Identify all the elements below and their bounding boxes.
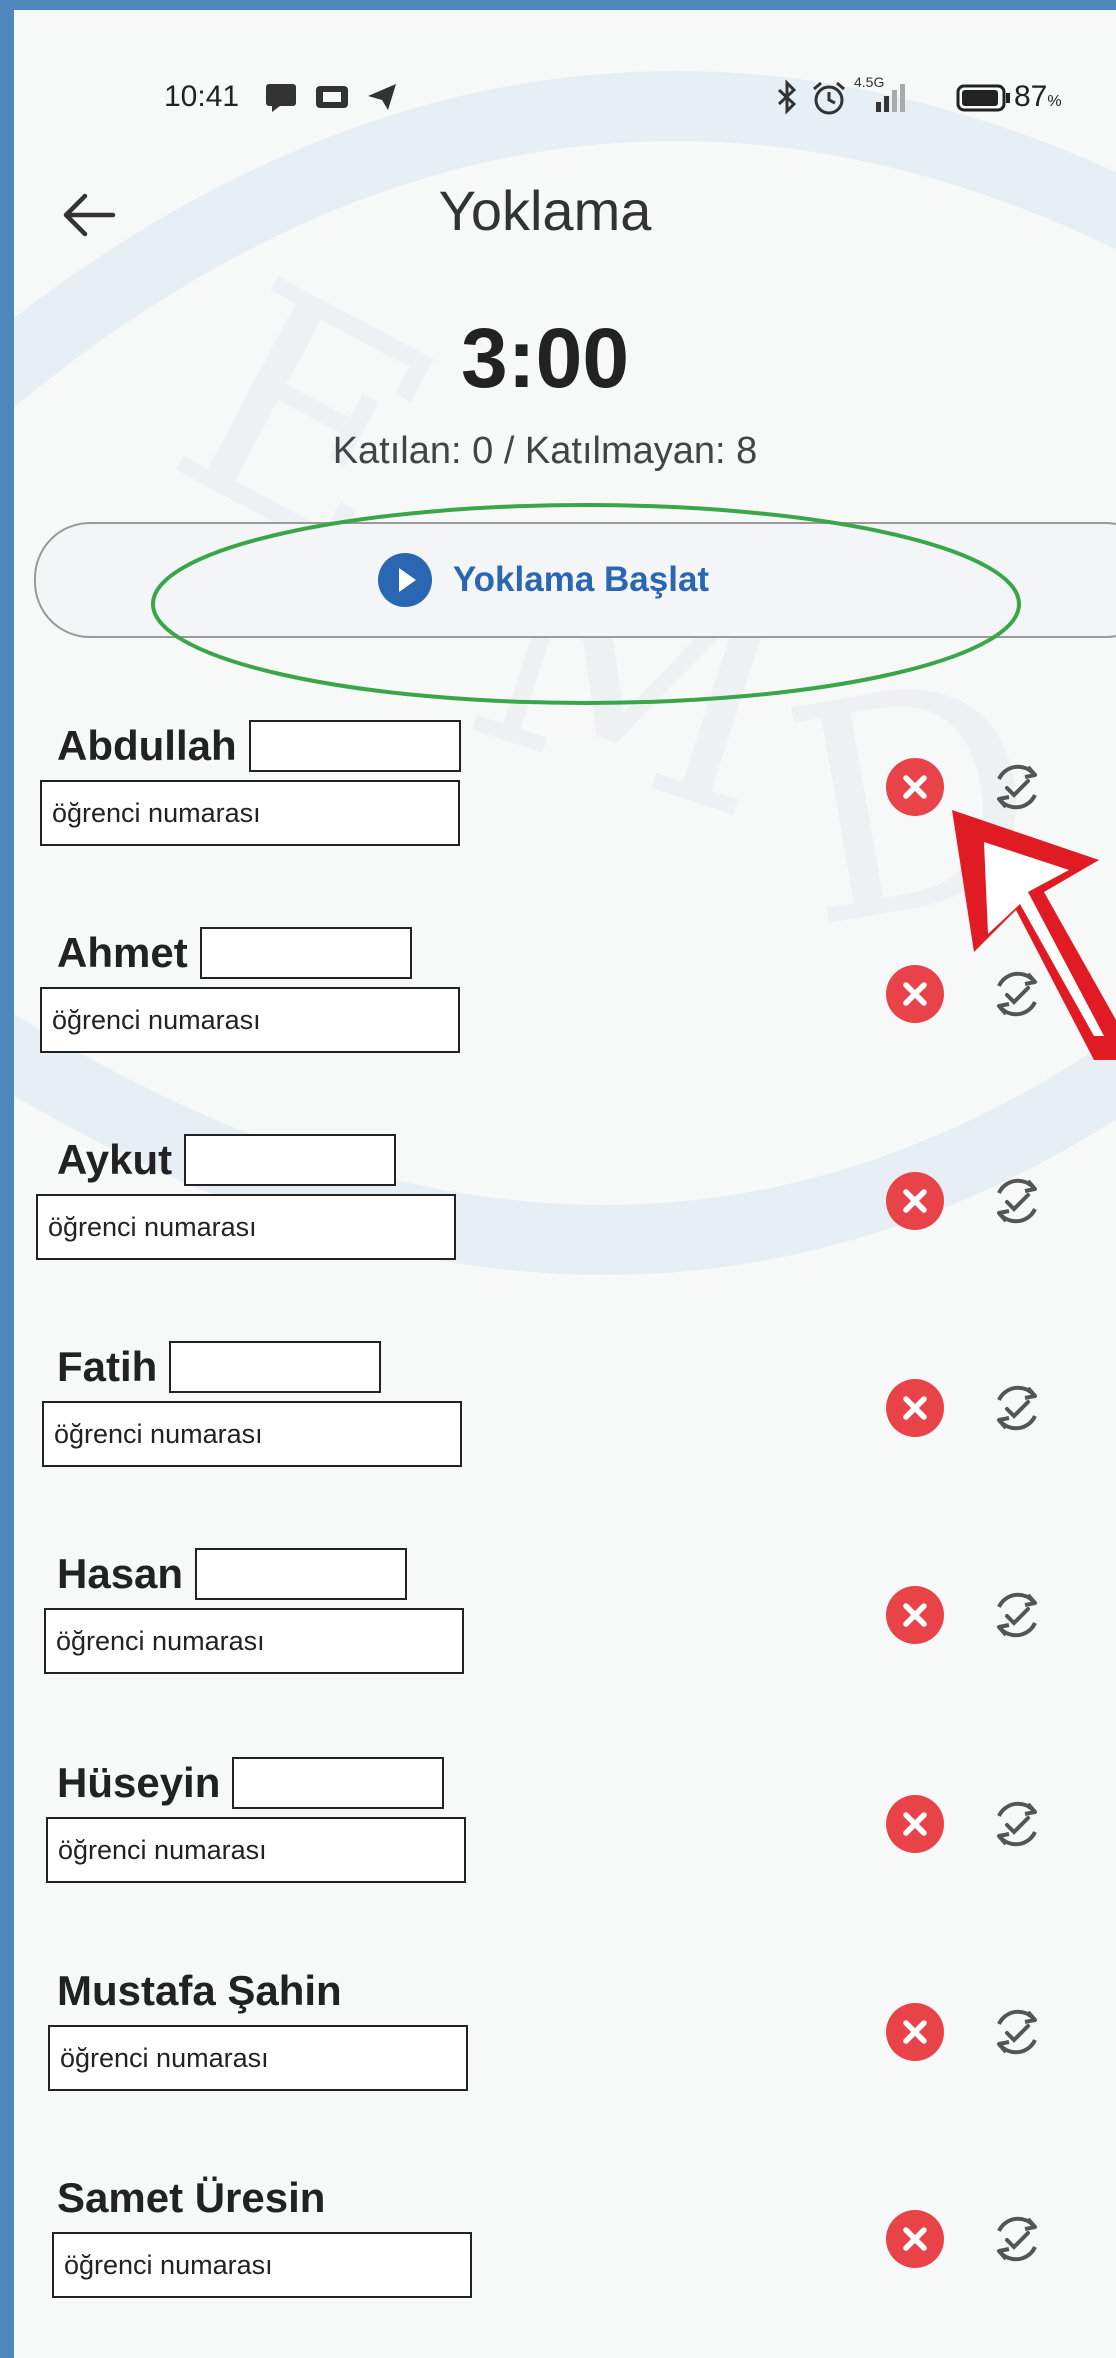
toggle-attendance-button[interactable] [984, 1791, 1050, 1857]
student-name: Fatih [57, 1343, 158, 1390]
sync-check-icon [997, 2009, 1037, 2055]
sync-check-icon [997, 1592, 1037, 1638]
close-circle-icon [903, 2227, 927, 2251]
toggle-attendance-button[interactable] [984, 1999, 1050, 2065]
name-input-box[interactable] [232, 1757, 445, 1809]
student-name: Aykut [57, 1136, 173, 1183]
student-row: Hasan [14, 1546, 1116, 1746]
name-input-box[interactable] [195, 1548, 408, 1600]
name-input-box[interactable] [199, 927, 412, 979]
student-name-line: Ahmet [57, 925, 412, 981]
close-circle-icon [903, 1603, 927, 1627]
bluetooth-icon [777, 80, 797, 115]
signal-icon [876, 84, 905, 112]
close-circle-icon [903, 775, 927, 799]
student-name-line: Aykut [57, 1132, 397, 1188]
message-icon [266, 84, 296, 112]
student-name: Ahmet [57, 929, 188, 976]
student-number-field[interactable] [46, 1817, 466, 1883]
student-row: Hüseyin [14, 1755, 1116, 1955]
student-name-line: Samet Üresin [57, 2170, 325, 2226]
student-name: Samet Üresin [57, 2174, 326, 2221]
student-number-field[interactable] [44, 1608, 464, 1674]
battery-level: 87% [1014, 80, 1062, 113]
student-number-field[interactable] [48, 2025, 468, 2091]
name-input-box[interactable] [184, 1134, 397, 1186]
student-row: Samet Üresin [14, 2170, 1116, 2358]
tv-icon [316, 86, 348, 108]
battery-percent: 87 [1014, 80, 1048, 113]
mark-absent-button[interactable] [886, 758, 944, 816]
student-row: Aykut [14, 1132, 1116, 1332]
status-bar: 10:41 4.5G 87% [14, 68, 1116, 128]
mark-absent-button[interactable] [886, 1379, 944, 1437]
close-circle-icon [903, 1396, 927, 1420]
student-name-line: Hasan [57, 1546, 408, 1602]
student-name: Mustafa Şahin [57, 1967, 342, 2014]
highlight-ellipse-annotation [151, 503, 1021, 705]
student-name-line: Mustafa Şahin [57, 1963, 342, 2019]
name-input-box[interactable] [169, 1341, 382, 1393]
student-name-line: Abdullah [57, 718, 461, 774]
student-number-field[interactable] [40, 780, 460, 846]
toggle-attendance-button[interactable] [984, 1375, 1050, 1441]
battery-icon [956, 84, 1010, 112]
close-circle-icon [903, 2020, 927, 2044]
student-number-field[interactable] [42, 1401, 462, 1467]
student-row: Mustafa Şahin [14, 1963, 1116, 2163]
sync-check-icon [997, 1178, 1037, 1224]
student-name-line: Fatih [57, 1339, 382, 1395]
mark-absent-button[interactable] [886, 1795, 944, 1853]
mark-absent-button[interactable] [886, 2210, 944, 2268]
attendance-counts: Katılan: 0 / Katılmayan: 8 [332, 430, 758, 472]
app-header: Yoklama [14, 160, 1116, 270]
mark-absent-button[interactable] [886, 1172, 944, 1230]
close-circle-icon [903, 1189, 927, 1213]
mark-absent-button[interactable] [886, 2003, 944, 2061]
toggle-attendance-button[interactable] [984, 1582, 1050, 1648]
page-title: Yoklama [438, 179, 652, 242]
student-name: Abdullah [57, 722, 237, 769]
countdown-timer: 3:00 [460, 311, 630, 405]
mark-absent-button[interactable] [886, 965, 944, 1023]
close-circle-icon [903, 982, 927, 1006]
app-screen: E M D 10:41 4.5G [14, 10, 1116, 2358]
close-circle-icon [903, 1812, 927, 1836]
student-number-field[interactable] [36, 1194, 456, 1260]
send-icon [368, 84, 396, 110]
name-input-box[interactable] [248, 720, 461, 772]
sync-check-icon [997, 1801, 1037, 1847]
student-name: Hüseyin [57, 1759, 221, 1806]
pointer-arrow-annotation [952, 810, 1116, 1060]
toggle-attendance-button[interactable] [984, 2206, 1050, 2272]
mark-absent-button[interactable] [886, 1586, 944, 1644]
toggle-attendance-button[interactable] [984, 1168, 1050, 1234]
alarm-icon [813, 81, 845, 115]
student-name-line: Hüseyin [57, 1755, 445, 1811]
student-name: Hasan [57, 1550, 184, 1597]
sync-check-icon [997, 2216, 1037, 2262]
sync-check-icon [997, 1385, 1037, 1431]
student-number-field[interactable] [40, 987, 460, 1053]
student-number-field[interactable] [52, 2232, 472, 2298]
status-time: 10:41 [164, 80, 240, 113]
student-row: Fatih [14, 1339, 1116, 1539]
